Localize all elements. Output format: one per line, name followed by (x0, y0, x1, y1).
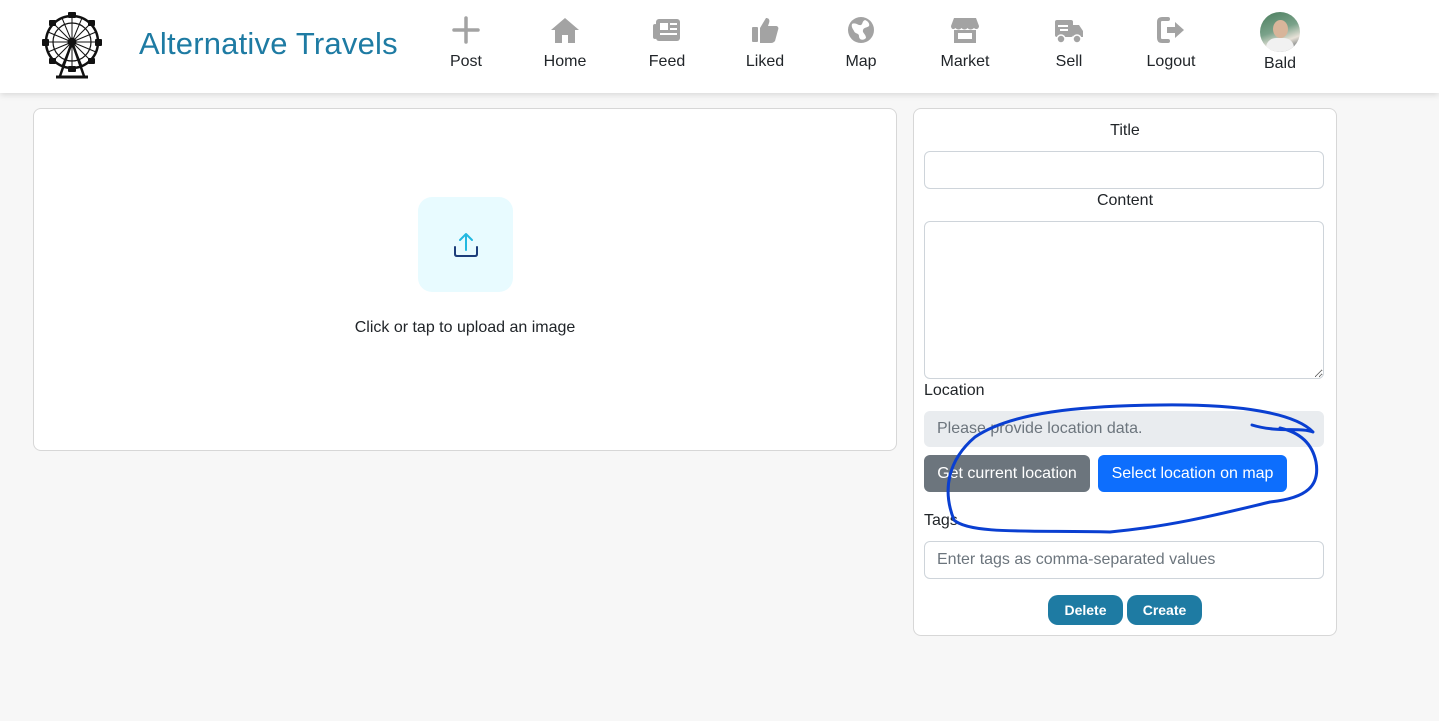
tags-label: Tags (924, 512, 958, 529)
location-label: Location (924, 382, 985, 399)
nav-sell[interactable]: Sell (1024, 14, 1114, 80)
nav-label: Bald (1263, 55, 1297, 72)
truck-icon (1053, 14, 1085, 46)
nav-label: Post (449, 53, 482, 70)
nav-map[interactable]: Map (816, 14, 906, 80)
select-location-on-map-button[interactable]: Select location on map (1098, 455, 1287, 492)
image-upload-card[interactable]: Click or tap to upload an image (33, 108, 897, 451)
home-icon (549, 14, 581, 46)
nav-label: Sell (1055, 53, 1083, 70)
title-label: Title (1110, 122, 1140, 139)
post-form-card: Title Content Location Get current locat… (913, 108, 1337, 636)
sign-out-icon (1155, 14, 1187, 46)
nav-label: Feed (648, 53, 686, 70)
upload-image-button[interactable] (418, 197, 513, 292)
nav-logout[interactable]: Logout (1126, 14, 1216, 80)
create-button[interactable]: Create (1127, 595, 1202, 625)
upload-hint-text: Click or tap to upload an image (354, 319, 576, 336)
title-input[interactable] (924, 151, 1324, 189)
nav-profile[interactable]: Bald (1235, 12, 1325, 79)
nav-liked[interactable]: Liked (720, 14, 810, 80)
delete-button[interactable]: Delete (1048, 595, 1123, 625)
ferris-wheel-logo-icon[interactable] (36, 10, 108, 82)
nav-label: Map (845, 53, 877, 70)
globe-icon (845, 14, 877, 46)
nav-label: Liked (745, 53, 785, 70)
upload-icon (453, 232, 478, 257)
nav-label: Home (543, 53, 587, 70)
get-current-location-button[interactable]: Get current location (924, 455, 1090, 492)
thumbs-up-icon (749, 14, 781, 46)
nav-label: Market (940, 53, 990, 70)
top-navbar: Alternative Travels Post Home Feed Liked… (0, 0, 1439, 93)
location-input (924, 411, 1324, 447)
brand-title[interactable]: Alternative Travels (139, 26, 398, 62)
nav-feed[interactable]: Feed (622, 14, 712, 80)
nav-post[interactable]: Post (421, 14, 511, 80)
nav-label: Logout (1146, 53, 1196, 70)
newspaper-icon (651, 14, 683, 46)
tags-input[interactable] (924, 541, 1324, 579)
plus-icon (450, 14, 482, 46)
content-textarea[interactable] (924, 221, 1324, 379)
content-label: Content (1096, 192, 1154, 209)
store-icon (949, 14, 981, 46)
nav-home[interactable]: Home (520, 14, 610, 80)
nav-market[interactable]: Market (920, 14, 1010, 80)
avatar[interactable] (1260, 12, 1300, 52)
